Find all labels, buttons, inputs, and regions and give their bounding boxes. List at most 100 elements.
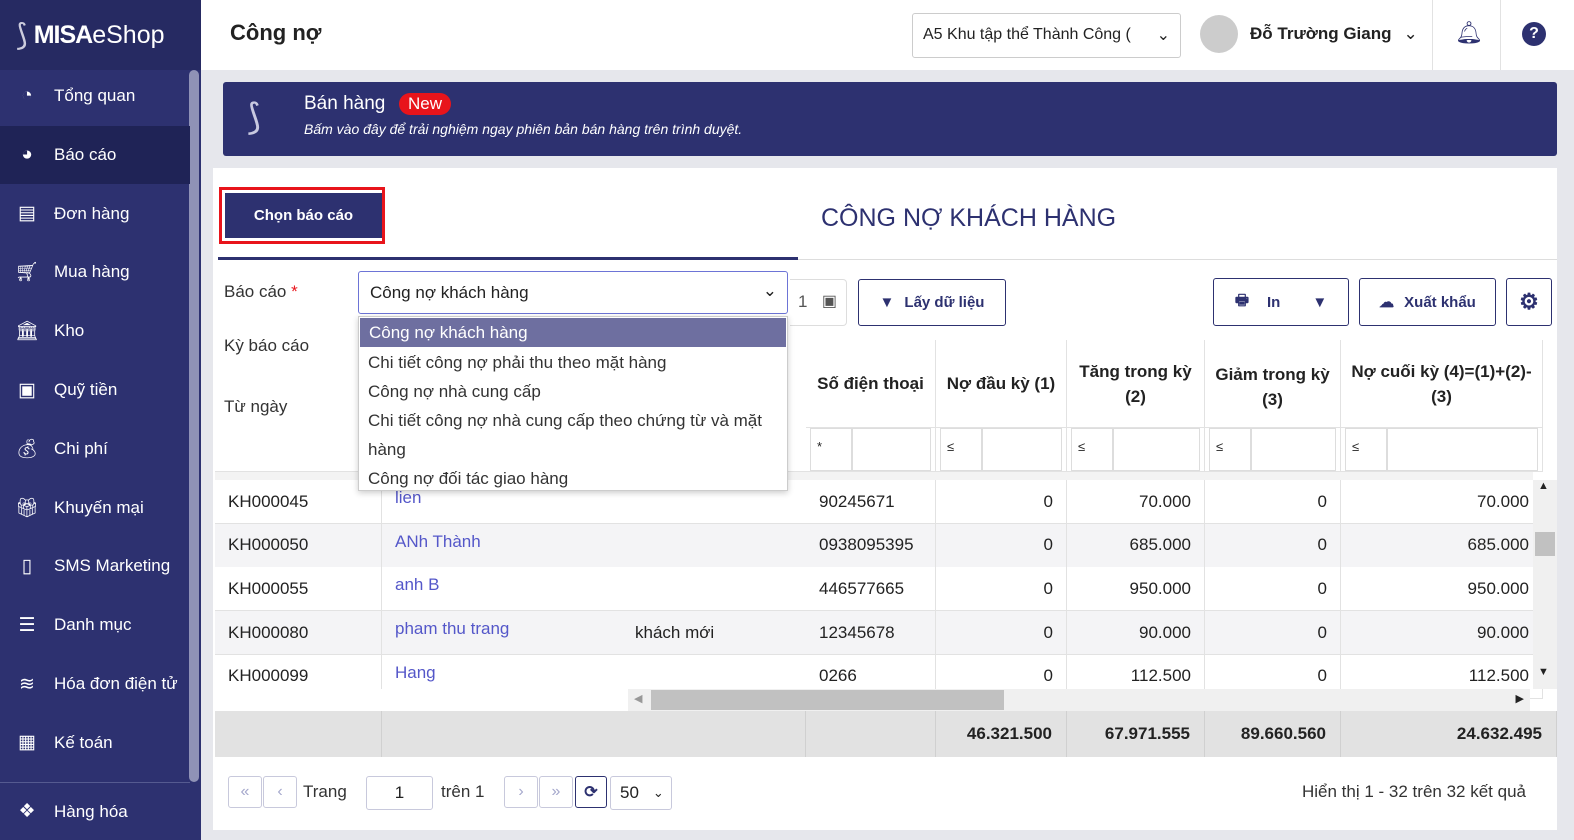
logo-icon: ⟆	[16, 18, 28, 52]
note	[622, 567, 806, 612]
divider	[1500, 0, 1501, 70]
sidebar-item[interactable]: ◔ Tổng quan	[0, 67, 190, 125]
sidebar-item[interactable]: 🛒︎ Mua hàng	[0, 243, 190, 301]
choose-report-button[interactable]: Chọn báo cáo	[219, 187, 385, 244]
logo[interactable]: ⟆ MISA eShop	[0, 0, 201, 70]
filter-operator[interactable]: ≤	[1209, 428, 1251, 471]
horizontal-scroll-thumb[interactable]	[651, 690, 1004, 710]
export-button[interactable]: ☁ Xuất khẩu	[1359, 278, 1496, 326]
avatar	[1200, 15, 1238, 53]
filter-operator[interactable]: ≤	[1071, 428, 1113, 471]
page-size-select[interactable]: 50 ⌄	[610, 776, 672, 810]
column-filter: ≤	[936, 428, 1067, 472]
column-header[interactable]: Giảm trong kỳ (3)	[1205, 340, 1341, 428]
sidebar-item[interactable]: ▣ Quỹ tiền	[0, 361, 190, 419]
sales-banner[interactable]: ⟆ Bán hàng New Bấm vào đây để trải nghiệ…	[223, 82, 1557, 156]
increase: 90.000	[1067, 611, 1205, 656]
column-filter: ≤	[1205, 428, 1341, 472]
gift-icon: 🎁︎	[14, 497, 40, 519]
money-bag-icon: 💰︎	[14, 438, 40, 460]
report-select[interactable]: Công nợ khách hàng ⌄	[358, 271, 788, 314]
print-button[interactable]: 🖶︎ In ▼	[1213, 278, 1349, 326]
total-cell	[382, 711, 806, 757]
filter-operator[interactable]: ≤	[940, 428, 982, 471]
next-page-button[interactable]: ›	[504, 776, 538, 808]
sidebar-item[interactable]: ▯ SMS Marketing	[0, 537, 190, 595]
phone: 0938095395	[806, 523, 936, 568]
store-select[interactable]: A5 Khu tập thể Thành Công (⌄	[912, 13, 1181, 58]
scroll-left-icon[interactable]: ◀	[634, 692, 642, 705]
sidebar-item[interactable]: ▦ Kế toán	[0, 714, 190, 772]
column-header[interactable]: Tăng trong kỳ (2)	[1067, 340, 1205, 428]
column-header[interactable]: Nợ cuối kỳ (4)=(1)+(2)-(3)	[1341, 340, 1543, 428]
opening-debt: 0	[936, 523, 1067, 568]
column-header[interactable]: Số điện thoại	[806, 340, 936, 428]
filter-operator[interactable]: *	[810, 428, 852, 471]
dropdown-option[interactable]: Chi tiết công nợ phải thu theo mặt hàng	[359, 348, 787, 377]
phone: 90245671	[806, 480, 936, 524]
filter-input[interactable]	[1387, 428, 1538, 471]
sidebar-item[interactable]: ☰ Danh mục	[0, 596, 190, 654]
last-page-button[interactable]: »	[539, 776, 573, 808]
settings-button[interactable]: ⚙	[1506, 278, 1552, 326]
column-filter: *	[806, 428, 936, 472]
sidebar-item[interactable]: ≋ Hóa đơn điện tử	[0, 655, 190, 713]
prev-page-button[interactable]: ‹	[263, 776, 297, 808]
tab-underline	[218, 257, 798, 260]
sidebar-item-label: Khuyến mại	[54, 497, 144, 517]
new-badge: New	[399, 93, 452, 115]
filter-input[interactable]	[1251, 428, 1336, 471]
warehouse-icon: 🏛︎	[14, 321, 40, 343]
decrease: 0	[1205, 480, 1341, 524]
sidebar-item[interactable]: ◕ Báo cáo	[0, 125, 190, 184]
scroll-up-icon[interactable]: ▲	[1538, 480, 1549, 492]
total-value: 46.321.500	[936, 711, 1067, 757]
sidebar-item[interactable]: 💰︎ Chi phí	[0, 420, 190, 478]
filter-input[interactable]	[852, 428, 931, 471]
refresh-button[interactable]: ⟳	[575, 776, 607, 808]
customer-name[interactable]: pham thu trang	[382, 611, 622, 656]
fetch-data-button[interactable]: ▼ Lấy dữ liệu	[858, 279, 1006, 326]
dropdown-option[interactable]: Công nợ khách hàng	[360, 318, 786, 347]
customer-name[interactable]: anh B	[382, 567, 622, 612]
phone: 446577665	[806, 567, 936, 612]
user-menu[interactable]: Đỗ Trường Giang ⌄	[1200, 15, 1418, 53]
to-date-input[interactable]: 1 ▣	[790, 279, 847, 326]
sidebar-item[interactable]: ▤ Đơn hàng	[0, 185, 190, 243]
first-page-button[interactable]: «	[228, 776, 262, 808]
help-icon[interactable]: ?	[1522, 22, 1546, 46]
customer-code: KH000080	[215, 611, 382, 656]
divider	[215, 689, 628, 711]
dropdown-option[interactable]: Chi tiết công nợ nhà cung cấp theo chứng…	[359, 406, 787, 464]
sidebar-item[interactable]: 🎁︎ Khuyến mại	[0, 479, 190, 537]
decrease: 0	[1205, 523, 1341, 568]
invoice-icon: ≋	[19, 673, 35, 695]
from-date-label: Từ ngày	[224, 397, 288, 416]
customer-name[interactable]: ANh Thành	[382, 524, 622, 568]
misa-logo-icon: ⟆	[247, 96, 262, 137]
filter-icon: ▼	[879, 294, 895, 311]
sidebar-item[interactable]: ❖ Hàng hóa	[0, 782, 190, 840]
bell-icon[interactable]: 🔔︎	[1455, 20, 1483, 46]
filter-input[interactable]	[1113, 428, 1200, 471]
sidebar-item-label: Hóa đơn điện tử	[54, 674, 178, 693]
column-header[interactable]: Nợ đầu kỳ (1)	[936, 340, 1067, 428]
caret-down-icon: ▼	[1312, 293, 1328, 311]
vertical-scrollbar[interactable]: ▲ ▼	[1533, 480, 1557, 689]
page-input[interactable]: 1	[366, 776, 433, 810]
vertical-scroll-thumb[interactable]	[1535, 532, 1555, 556]
filter-input[interactable]	[982, 428, 1062, 471]
filter-operator[interactable]: ≤	[1345, 428, 1387, 471]
sidebar-scrollbar[interactable]	[189, 70, 199, 782]
sidebar-item[interactable]: 🏛︎ Kho	[0, 302, 190, 360]
closing-debt: 685.000	[1341, 523, 1543, 568]
scroll-down-icon[interactable]: ▼	[1538, 666, 1549, 678]
note: khách mới	[622, 611, 806, 656]
decrease: 0	[1205, 611, 1341, 656]
dropdown-option[interactable]: Công nợ nhà cung cấp	[359, 377, 787, 406]
boxes-icon: ❖	[18, 801, 36, 822]
calendar-icon: ▣	[821, 293, 837, 310]
chevron-down-icon: ⌄	[1152, 25, 1170, 45]
scroll-right-icon[interactable]: ▶	[1516, 692, 1524, 705]
dropdown-option[interactable]: Công nợ đối tác giao hàng	[359, 464, 787, 493]
